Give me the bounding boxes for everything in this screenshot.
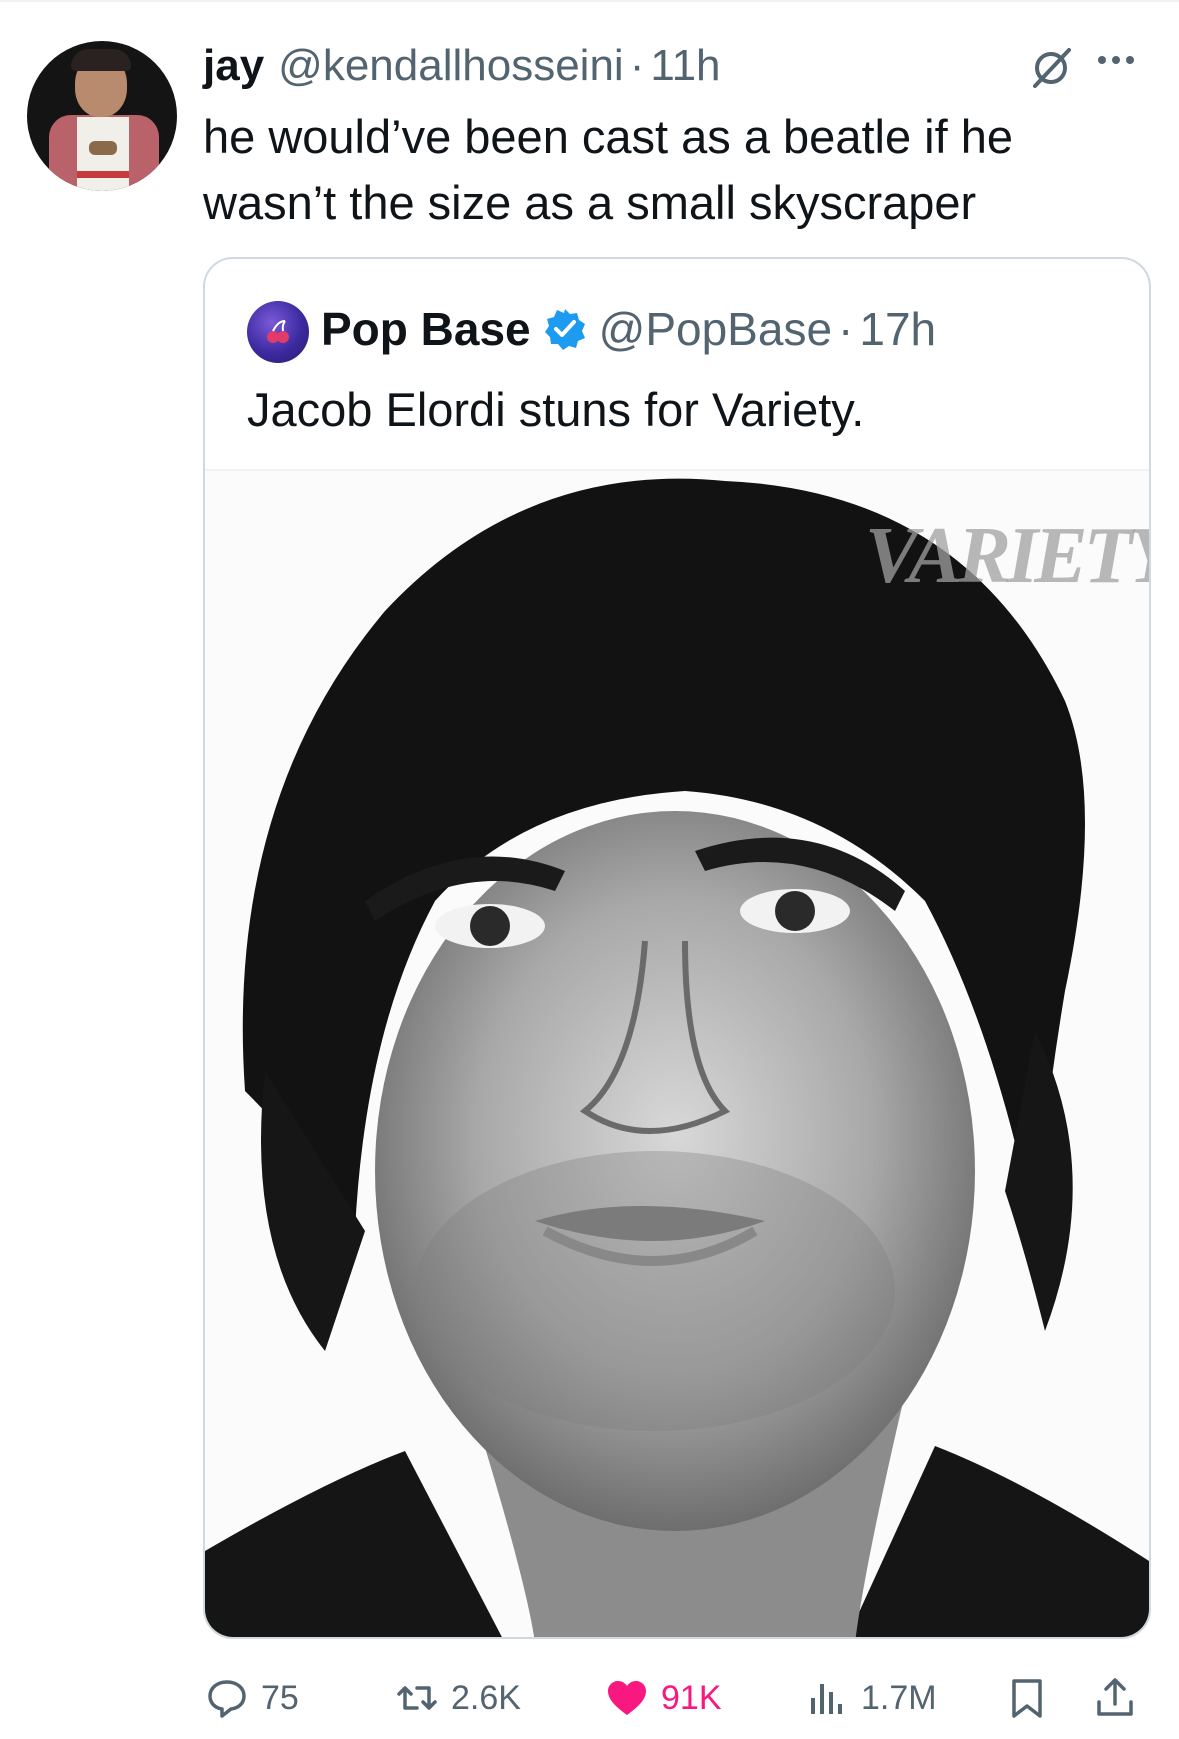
repost-button[interactable]: 2.6K	[395, 1668, 521, 1728]
quoted-tweet-photo[interactable]: VARIETY	[205, 469, 1151, 1637]
heart-icon	[608, 1681, 646, 1715]
quoted-tweet-text: Jacob Elordi stuns for Variety.	[247, 383, 865, 436]
reply-icon	[208, 1680, 246, 1718]
views-icon	[811, 1684, 842, 1714]
quoted-tweet[interactable]: Pop Base @PopBase · 17h Jacob Elordi stu…	[203, 257, 1151, 1639]
like-button[interactable]: 91K	[605, 1668, 722, 1728]
reply-count: 75	[261, 1678, 299, 1717]
verified-badge-icon	[544, 309, 585, 350]
separator-dot: ·	[838, 303, 854, 355]
grok-icon[interactable]	[1025, 42, 1077, 94]
author-handle[interactable]: @kendallhosseini	[278, 41, 624, 91]
quoted-author-avatar[interactable]	[247, 301, 309, 363]
portrait-image	[205, 471, 1149, 1637]
quoted-tweet-header: Pop Base @PopBase · 17h	[321, 299, 936, 359]
share-button[interactable]	[1093, 1668, 1149, 1728]
views-count: 1.7M	[861, 1678, 937, 1717]
tweet-header: jay @kendallhosseini · 11h	[203, 38, 721, 94]
top-divider	[0, 0, 1179, 2]
separator-dot: ·	[629, 41, 645, 90]
author-avatar[interactable]	[27, 41, 177, 191]
tweet-text: he would’ve been cast as a beatle if he …	[203, 110, 1013, 229]
repost-count: 2.6K	[451, 1678, 521, 1717]
more-icon[interactable]	[1098, 56, 1134, 64]
repost-icon	[397, 1686, 437, 1710]
quoted-tweet-timestamp[interactable]: 17h	[859, 302, 936, 356]
reply-button[interactable]: 75	[205, 1668, 299, 1728]
tweet-actions-bar: 75 2.6K 91K 1.7M	[205, 1668, 1155, 1728]
like-count: 91K	[661, 1678, 722, 1717]
bookmark-button[interactable]	[1005, 1668, 1061, 1728]
quoted-author-handle[interactable]: @PopBase	[599, 302, 832, 356]
tweet-timestamp[interactable]: 11h	[650, 41, 720, 91]
variety-watermark: VARIETY	[865, 512, 1151, 600]
cherry-icon	[267, 320, 289, 343]
bookmark-icon	[1012, 1679, 1042, 1718]
views-button[interactable]: 1.7M	[805, 1668, 937, 1728]
author-name[interactable]: jay	[203, 41, 264, 91]
share-icon	[1097, 1678, 1133, 1716]
quoted-author-name[interactable]: Pop Base	[321, 302, 531, 356]
